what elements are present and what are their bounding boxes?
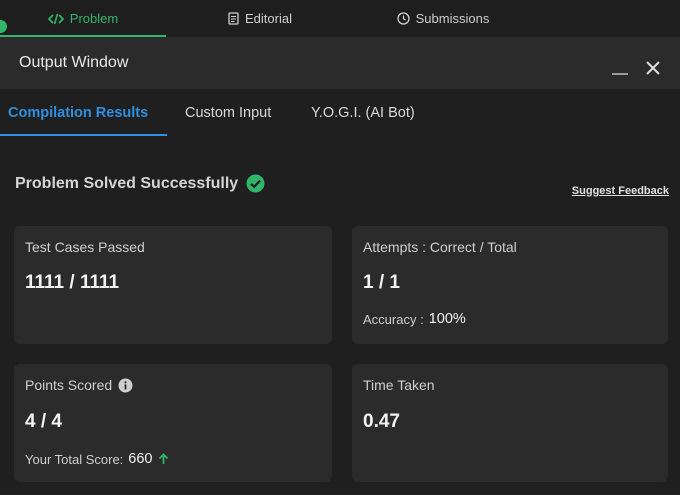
arrow-up-icon [158,453,168,464]
tab-custom-input[interactable]: Custom Input [185,89,271,136]
info-icon[interactable] [118,378,133,393]
time-taken-value: 0.47 [363,411,400,432]
points-label: Points Scored [25,377,113,393]
output-window-header: Output Window [0,37,680,89]
status-text: Problem Solved Successfully [15,174,239,192]
top-tab-bar: Problem Editorial Submissions [0,0,680,37]
accuracy-value: 100% [428,311,466,327]
test-cases-card: Test Cases Passed 1111 / 1111 [14,226,332,344]
tab-problem-label: Problem [69,11,119,26]
attempts-label: Attempts : Correct / Total [363,239,517,255]
accuracy-row: Accuracy : 100% [363,311,466,327]
total-score-value: 660 [128,451,153,467]
code-icon [47,13,64,24]
time-taken-label: Time Taken [363,377,435,393]
total-score-row: Your Total Score: 660 [25,451,169,467]
tab-problem[interactable]: Problem [0,0,166,37]
tab-submissions[interactable]: Submissions [380,0,506,37]
tab-compilation-results[interactable]: Compilation Results [0,89,167,136]
tab-submissions-label: Submissions [415,11,490,26]
tab-editorial[interactable]: Editorial [210,0,310,37]
time-taken-card: Time Taken 0.47 [352,364,668,482]
tab-editorial-label: Editorial [245,11,292,26]
points-value: 4 / 4 [25,411,62,432]
document-icon [228,12,239,25]
points-label-row: Points Scored [25,377,133,393]
test-cases-label: Test Cases Passed [25,239,145,255]
total-score-label: Your Total Score: [25,451,124,467]
tab-compilation-results-label: Compilation Results [8,104,149,121]
minimize-button[interactable] [612,73,628,75]
suggest-feedback-link[interactable]: Suggest Feedback [572,185,669,197]
attempts-value: 1 / 1 [363,272,400,293]
points-card: Points Scored 4 / 4 Your Total Score: 66… [14,364,332,482]
result-status: Problem Solved Successfully [15,174,265,193]
check-circle-icon [246,174,265,193]
attempts-card: Attempts : Correct / Total 1 / 1 Accurac… [352,226,668,344]
tab-yogi-ai-bot[interactable]: Y.O.G.I. (AI Bot) [311,89,415,136]
clock-icon [396,12,410,25]
accuracy-label: Accuracy : [363,311,424,327]
tab-yogi-ai-bot-label: Y.O.G.I. (AI Bot) [311,104,415,121]
output-tabs: Compilation Results Custom Input Y.O.G.I… [0,89,680,136]
tab-custom-input-label: Custom Input [185,104,272,121]
output-window-title: Output Window [19,54,129,71]
test-cases-value: 1111 / 1111 [25,272,120,293]
close-icon[interactable] [643,58,663,78]
